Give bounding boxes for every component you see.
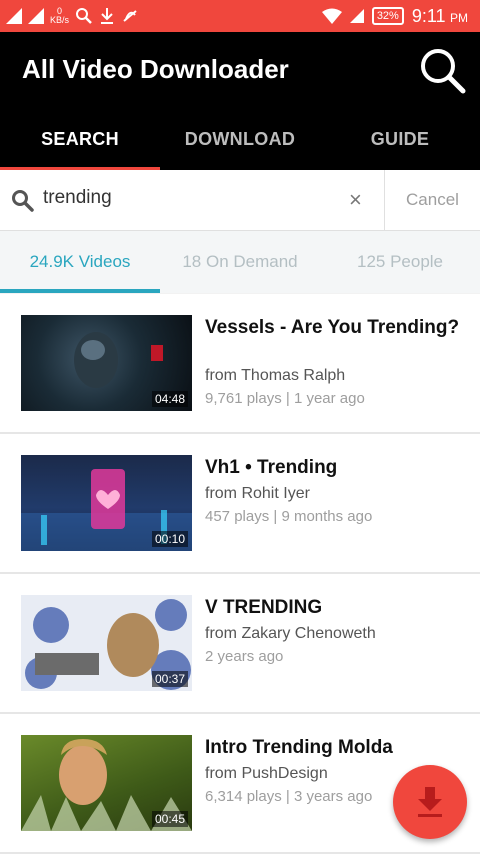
status-bar-left: 0 KB/s: [0, 7, 139, 25]
video-meta: 9,761 plays | 1 year ago: [205, 390, 365, 407]
wifi-icon: [321, 8, 342, 24]
video-duration: 00:45: [151, 811, 188, 827]
clock-ampm: PM: [450, 10, 468, 25]
search-status-icon: [76, 8, 92, 24]
video-meta: 2 years ago: [205, 648, 284, 665]
video-author[interactable]: from PushDesign: [205, 765, 328, 783]
signal-2-icon: [28, 8, 44, 24]
search-icon[interactable]: [418, 46, 466, 94]
video-duration: 00:10: [151, 531, 188, 547]
tab-download[interactable]: DOWNLOAD: [160, 108, 320, 170]
search-field-icon: [12, 190, 34, 212]
filter-videos[interactable]: 24.9K Videos: [0, 231, 160, 293]
video-author[interactable]: from Rohit Iyer: [205, 485, 310, 503]
clear-search-icon[interactable]: ×: [349, 187, 362, 213]
video-title[interactable]: Intro Trending Molda: [205, 736, 467, 759]
video-duration: 04:48: [151, 391, 188, 407]
filter-on-demand[interactable]: 18 On Demand: [160, 231, 320, 293]
clock: 9:11 PM: [412, 6, 468, 27]
result-item[interactable]: 00:10 Vh1 • Trending from Rohit Iyer 457…: [0, 434, 480, 574]
video-thumbnail[interactable]: 04:48: [21, 315, 192, 411]
filter-indicator: [0, 289, 160, 293]
video-thumbnail[interactable]: 00:45: [21, 735, 192, 831]
clock-time: 9:11: [411, 5, 446, 26]
search-bar: trending × Cancel: [0, 170, 480, 231]
signal-3-icon: [349, 9, 364, 23]
battery-indicator: 32%: [371, 7, 404, 25]
video-meta: 457 plays | 9 months ago: [205, 508, 373, 525]
filter-people[interactable]: 125 People: [320, 231, 480, 293]
cancel-button[interactable]: Cancel: [385, 170, 480, 230]
video-title[interactable]: V TRENDING: [205, 596, 467, 619]
net-speed: 0 KB/s: [50, 7, 69, 25]
download-fab-button[interactable]: [393, 765, 467, 839]
status-bar-right: 32% 9:11 PM: [321, 6, 480, 27]
app-bar: All Video Downloader SEARCH DOWNLOAD GUI…: [0, 32, 480, 170]
app-title: All Video Downloader: [22, 54, 289, 84]
search-input[interactable]: trending: [43, 187, 112, 209]
result-item[interactable]: 04:48 Vessels - Are You Trending? from T…: [0, 294, 480, 434]
video-duration: 00:37: [151, 671, 188, 687]
download-status-icon: [101, 8, 114, 24]
notification-off-icon: [123, 10, 137, 22]
main-tabs: SEARCH DOWNLOAD GUIDE: [0, 108, 480, 170]
video-author[interactable]: from Zakary Chenoweth: [205, 625, 376, 643]
video-thumbnail[interactable]: 00:10: [21, 455, 192, 551]
signal-icon: [6, 8, 22, 24]
tab-search[interactable]: SEARCH: [0, 108, 160, 170]
tab-guide[interactable]: GUIDE: [320, 108, 480, 170]
video-thumbnail[interactable]: 00:37: [21, 595, 192, 691]
status-bar: 0 KB/s 32% 9:11 PM: [0, 0, 480, 32]
result-filter-tabs: 24.9K Videos 18 On Demand 125 People: [0, 231, 480, 293]
net-speed-unit: KB/s: [50, 15, 70, 25]
video-author[interactable]: from Thomas Ralph: [205, 367, 345, 385]
download-icon: [418, 787, 442, 817]
result-item[interactable]: 00:37 V TRENDING from Zakary Chenoweth 2…: [0, 574, 480, 714]
video-meta: 6,314 plays | 3 years ago: [205, 788, 373, 805]
video-title[interactable]: Vessels - Are You Trending?: [205, 316, 467, 339]
video-title[interactable]: Vh1 • Trending: [205, 456, 467, 479]
